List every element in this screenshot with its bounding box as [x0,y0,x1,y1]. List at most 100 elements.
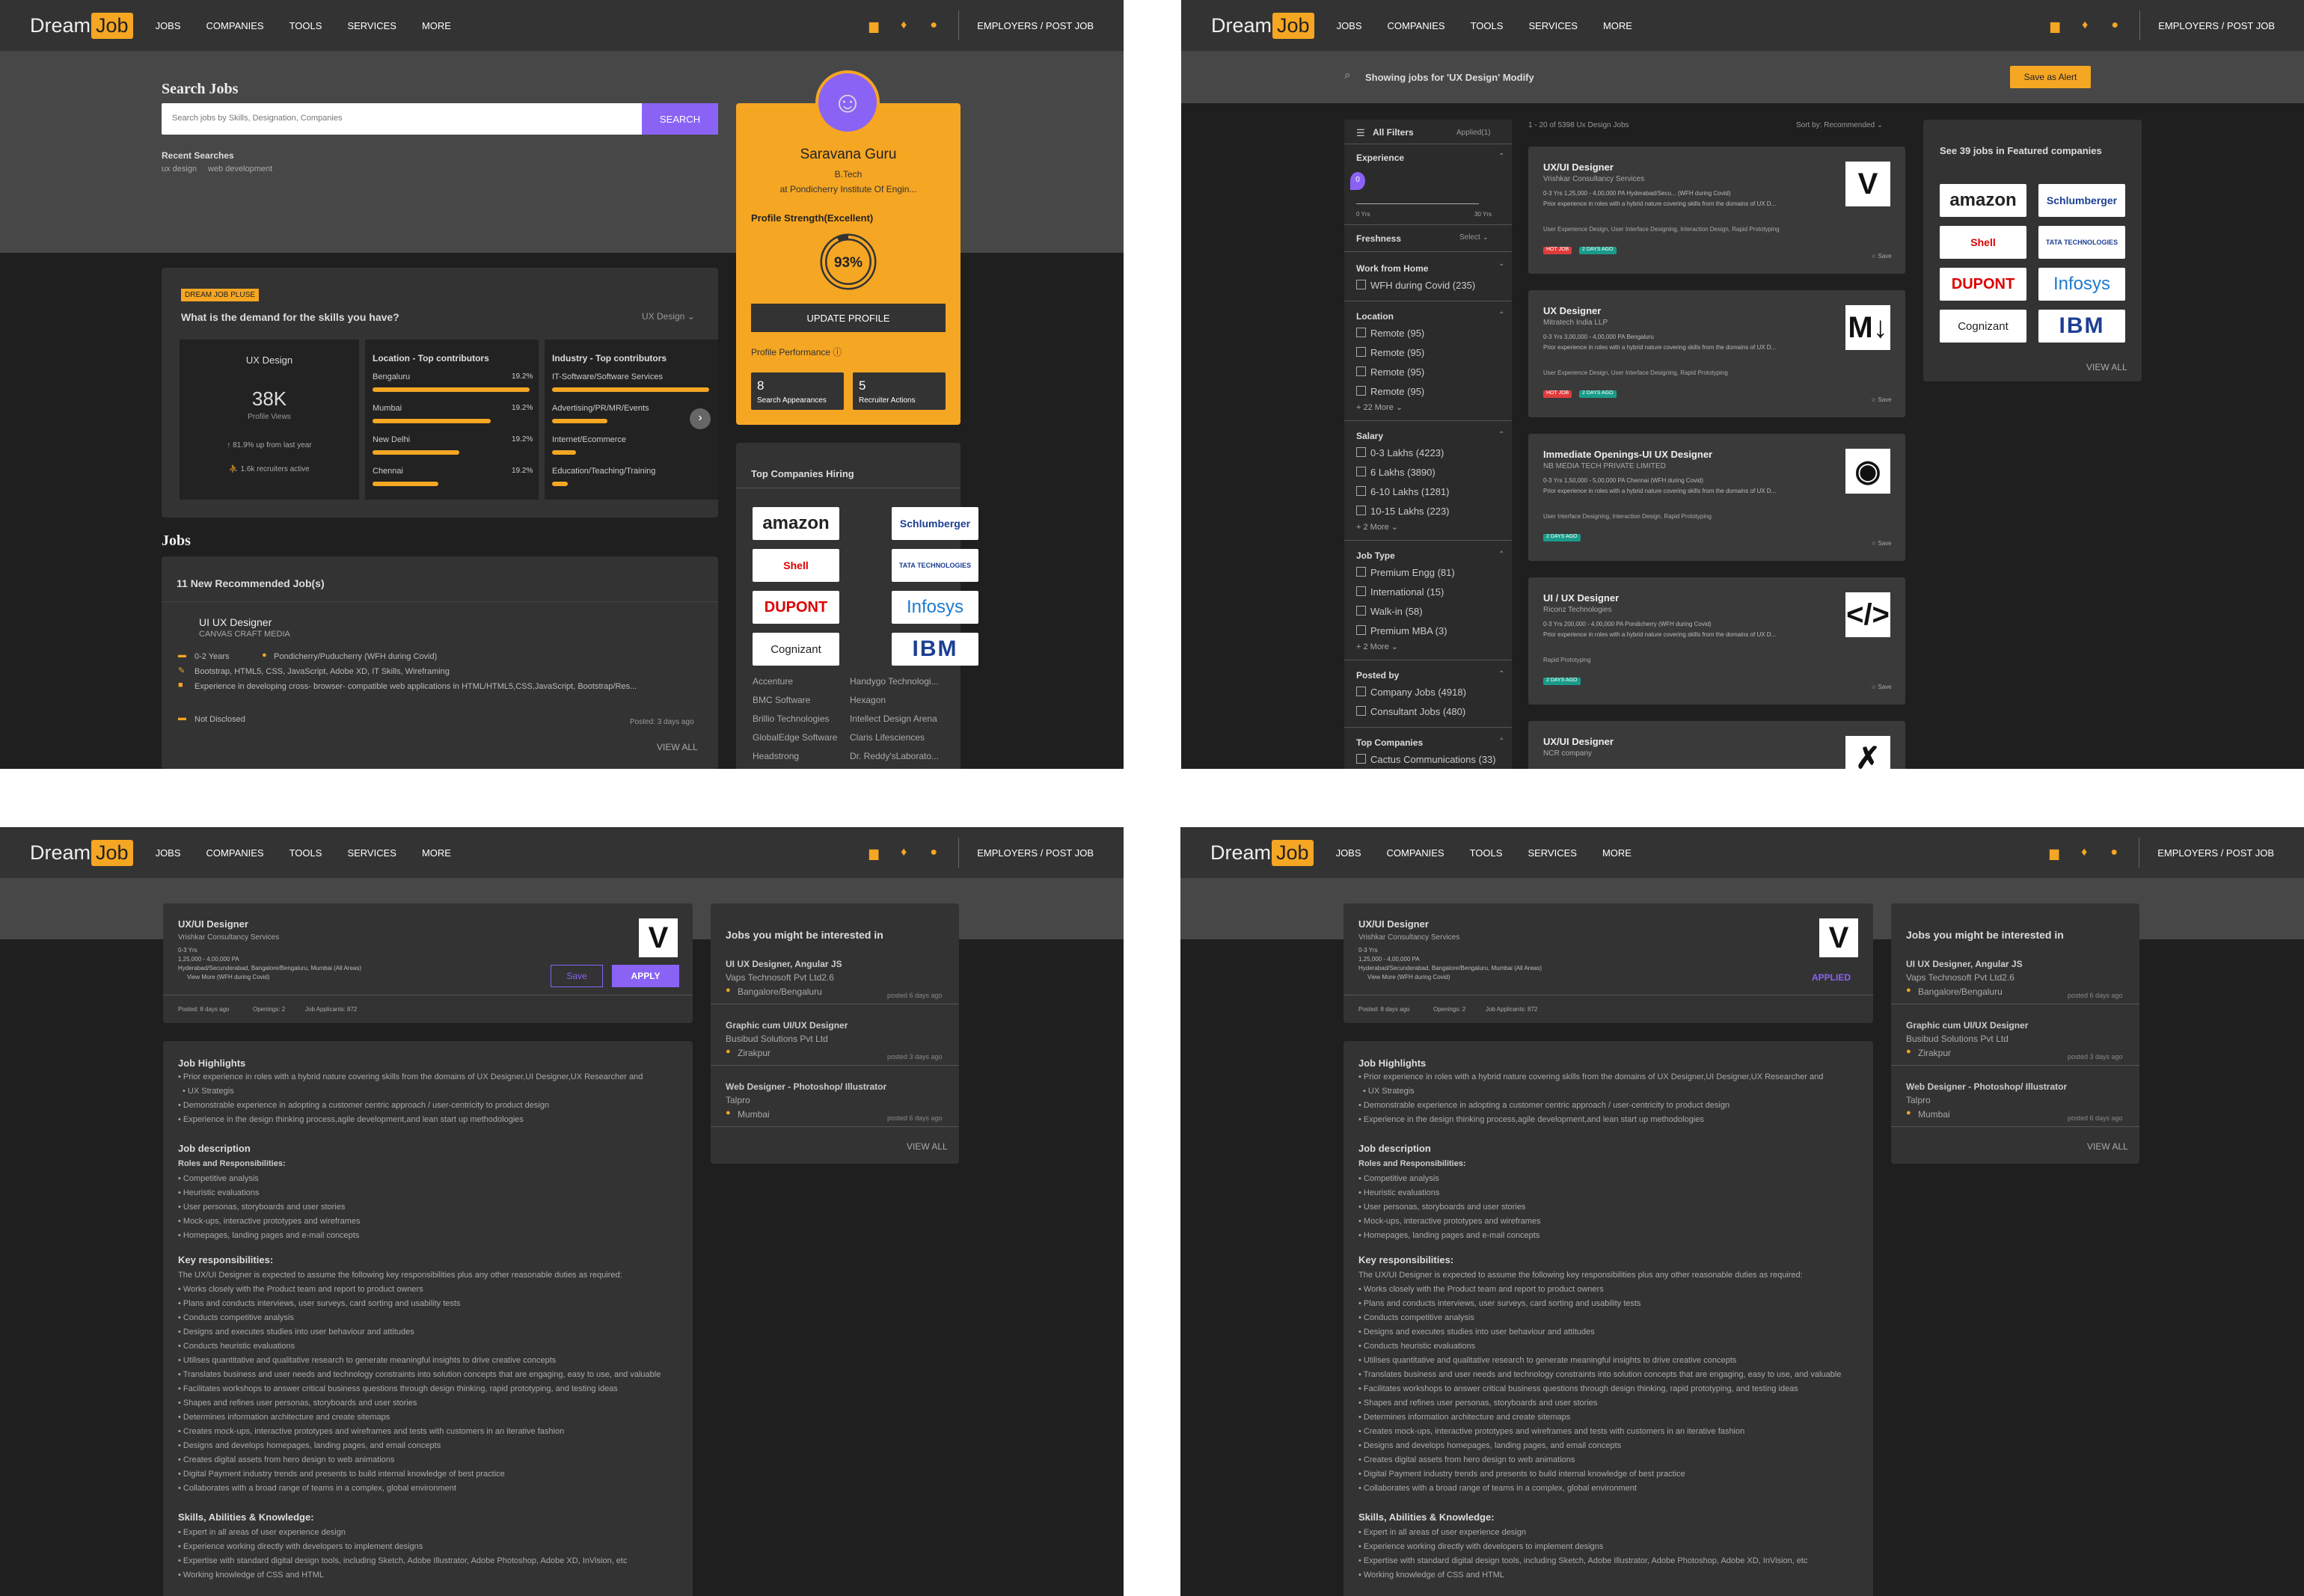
save-job-button[interactable]: ☆ Save [1871,253,1892,260]
job-title[interactable]: UX Designer [1543,305,1601,316]
job-title[interactable]: Immediate Openings-UI UX Designer [1543,449,1712,460]
sort-select[interactable]: Sort by: Recommended ⌄ [1796,121,1883,129]
bell-icon[interactable]: ♦ [2077,846,2091,859]
company-logo-cognizant[interactable]: Cognizant [753,633,839,666]
recent-search[interactable]: ux design [162,165,197,174]
job-company[interactable]: Vrishkar Consultancy Services [1358,933,1459,942]
job-card[interactable]: UX Designer Mitratech India LLP 0-3 Yrs 3,… [1528,290,1905,417]
company-logo-cognizant[interactable]: Cognizant [1940,310,2026,343]
filter-checkbox[interactable]: 6-10 Lakhs (1281) [1356,486,1450,497]
job-card[interactable]: Immediate Openings-UI UX Designer NB MEDI… [1528,434,1905,561]
recent-search[interactable]: web development [208,165,272,174]
filter-checkbox[interactable]: Remote (95) [1356,328,1424,339]
view-all-link[interactable]: VIEW ALL [907,1141,948,1152]
nav-jobs[interactable]: JOBS [1337,20,1362,31]
company-name[interactable]: BMC Software [753,695,810,705]
nav-tools[interactable]: TOOLS [1471,20,1504,31]
job-company[interactable]: CANVAS CRAFT MEDIA [199,630,290,639]
company-logo-tata[interactable]: TATA TECHNOLOGIES [892,549,978,582]
chat-icon[interactable]: ▆ [2047,846,2061,860]
nav-services[interactable]: SERVICES [1528,20,1578,31]
company-logo-dupont[interactable]: DUPONT [753,591,839,624]
company-logo-infosys[interactable]: Infosys [2038,268,2125,301]
company-name[interactable]: Intellect Design Arena [850,713,937,724]
job-title[interactable]: UX/UI Designer [1543,162,1614,173]
employers-link[interactable]: EMPLOYERS / POST JOB [977,20,1094,31]
nav-jobs[interactable]: JOBS [156,20,181,31]
user-icon[interactable]: ● [2107,846,2121,859]
save-alert-button[interactable]: Save as Alert [2010,66,2091,88]
company-logo-tata[interactable]: TATA TECHNOLOGIES [2038,226,2125,259]
job-company[interactable]: NB MEDIA TECH PRIVATE LIMITED [1543,462,1666,470]
nav-tools[interactable]: TOOLS [289,20,322,31]
search-appearances-stat[interactable]: 8 Search Appearances [751,372,844,410]
related-job-company[interactable]: Busibud Solutions Pvt Ltd [1906,1034,2009,1044]
chevron-up-icon[interactable]: ⌃ [1498,737,1504,746]
company-logo-infosys[interactable]: Infosys [892,591,978,624]
job-card[interactable]: UX/UI Designer NCR company ✗ [1528,721,1905,769]
job-title[interactable]: UI / UX Designer [1543,592,1619,604]
company-name[interactable]: Headstrong [753,751,799,761]
nav-jobs[interactable]: JOBS [156,847,181,859]
user-icon[interactable]: ● [927,846,940,859]
filter-checkbox[interactable]: 6 Lakhs (3890) [1356,467,1436,478]
company-name[interactable]: Hexagon [850,695,886,705]
nav-more[interactable]: MORE [422,20,451,31]
view-all-link[interactable]: VIEW ALL [2087,1141,2128,1152]
logo[interactable]: Dream Job [1210,839,1314,866]
filter-checkbox[interactable]: Remote (95) [1356,347,1424,358]
filter-checkbox[interactable]: Walk-in (58) [1356,606,1423,617]
company-name[interactable]: Claris Lifesciences [850,732,925,743]
user-icon[interactable]: ● [2108,19,2121,32]
filter-checkbox[interactable]: Cactus Communications (33) [1356,754,1496,765]
save-job-button[interactable]: ☆ Save [1871,540,1892,547]
company-logo-amazon[interactable]: amazon [1940,184,2026,217]
nav-tools[interactable]: TOOLS [1470,847,1503,859]
filter-checkbox[interactable]: Premium MBA (3) [1356,625,1447,636]
nav-companies[interactable]: COMPANIES [206,20,264,31]
search-button[interactable]: SEARCH [642,103,718,135]
nav-services[interactable]: SERVICES [1528,847,1577,859]
related-job-company[interactable]: Vaps Technosoft Pvt Ltd2.6 [1906,972,2015,983]
related-job-title[interactable]: Graphic cum UI/UX Designer [726,1020,848,1031]
chevron-up-icon[interactable]: ⌃ [1498,311,1504,319]
employers-link[interactable]: EMPLOYERS / POST JOB [977,847,1094,859]
chevron-right-icon[interactable]: › [690,408,711,429]
bell-icon[interactable]: ♦ [897,846,910,859]
job-company[interactable]: Vrishkar Consultancy Services [178,933,279,942]
company-logo-schlumberger[interactable]: Schlumberger [892,507,978,540]
job-title[interactable]: UX/UI Designer [1543,736,1614,747]
job-company[interactable]: Riconz Technologies [1543,606,1612,614]
filter-checkbox[interactable]: International (15) [1356,586,1444,598]
company-logo-ibm[interactable]: IBM [892,633,978,666]
employers-link[interactable]: EMPLOYERS / POST JOB [2158,20,2275,31]
chevron-up-icon[interactable]: ⌃ [1498,670,1504,678]
chat-icon[interactable]: ▆ [867,846,880,860]
apply-button[interactable]: APPLY [612,965,679,987]
job-card[interactable]: UX/UI Designer Vrishkar Consultancy Servi… [1528,147,1905,274]
chevron-up-icon[interactable]: ⌃ [1498,431,1504,439]
related-job-company[interactable]: Busibud Solutions Pvt Ltd [726,1034,828,1044]
nav-services[interactable]: SERVICES [347,847,396,859]
save-button[interactable]: Save [551,965,603,987]
nav-more[interactable]: MORE [1603,20,1632,31]
company-logo-schlumberger[interactable]: Schlumberger [2038,184,2125,217]
freshness-select[interactable]: Select ⌄ [1459,233,1489,242]
filter-checkbox[interactable]: WFH during Covid (235) [1356,280,1475,291]
related-job-title[interactable]: Graphic cum UI/UX Designer [1906,1020,2028,1031]
related-job-title[interactable]: UI UX Designer, Angular JS [726,959,842,969]
query-summary[interactable]: Showing jobs for 'UX Design' Modify [1365,72,1534,83]
nav-companies[interactable]: COMPANIES [1388,20,1445,31]
nav-companies[interactable]: COMPANIES [206,847,264,859]
show-more-link[interactable]: + 2 More ⌄ [1356,522,1398,532]
nav-tools[interactable]: TOOLS [289,847,322,859]
nav-companies[interactable]: COMPANIES [1387,847,1444,859]
experience-slider-track[interactable] [1356,203,1479,204]
job-title[interactable]: UI UX Designer [199,616,272,628]
profile-performance[interactable]: Profile Performance ⓘ [751,346,842,358]
search-input[interactable]: Search jobs by Skills, Designation, Comp… [162,103,643,135]
filter-checkbox[interactable]: Consultant Jobs (480) [1356,706,1465,717]
view-all-link[interactable]: VIEW ALL [2086,362,2127,372]
related-job-title[interactable]: Web Designer - Photoshop/ Illustrator [1906,1081,2067,1092]
view-more-link[interactable]: View More (WFH during Covid) [1367,974,1450,980]
